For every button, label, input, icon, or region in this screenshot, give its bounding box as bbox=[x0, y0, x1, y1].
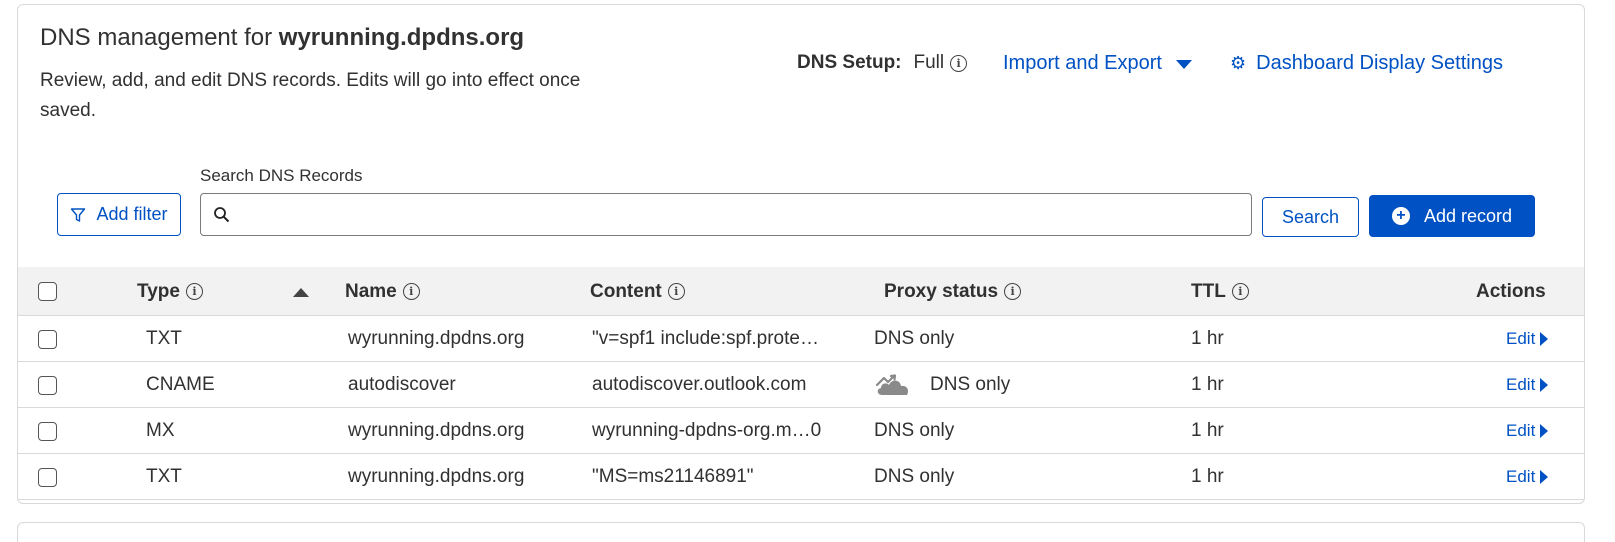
table-row: TXT wyrunning.dpdns.org "MS=ms21146891" … bbox=[18, 454, 1584, 500]
dashboard-display-settings[interactable]: ⚙ Dashboard Display Settings bbox=[1230, 52, 1503, 75]
row-select-cell bbox=[38, 454, 57, 500]
page-title: DNS management for wyrunning.dpdns.org bbox=[40, 24, 524, 52]
info-icon[interactable]: i bbox=[667, 283, 685, 300]
record-proxy-status: DNS only bbox=[874, 420, 955, 441]
column-type-label: Type bbox=[137, 280, 180, 302]
record-proxy-status-cell: DNS only bbox=[874, 362, 1010, 408]
edit-record-button[interactable]: Edit bbox=[1506, 408, 1549, 454]
edit-record-button[interactable]: Edit bbox=[1506, 316, 1549, 362]
caret-right-icon bbox=[1540, 470, 1549, 484]
record-proxy-status: DNS only bbox=[874, 328, 955, 349]
table-row: TXT wyrunning.dpdns.org "v=spf1 include:… bbox=[18, 316, 1584, 362]
record-ttl: 1 hr bbox=[1191, 466, 1224, 487]
record-type: TXT bbox=[146, 466, 182, 487]
sort-ascending-icon[interactable] bbox=[293, 288, 309, 297]
record-proxy-status: DNS only bbox=[874, 466, 955, 487]
next-card bbox=[17, 522, 1585, 542]
add-filter-button[interactable]: Add filter bbox=[57, 193, 181, 236]
record-content: "v=spf1 include:spf.prote… bbox=[592, 328, 819, 349]
record-content: wyrunning-dpdns-org.m…0 bbox=[592, 420, 822, 441]
record-name: wyrunning.dpdns.org bbox=[348, 420, 525, 441]
info-icon[interactable]: i bbox=[402, 283, 420, 300]
page-title-domain: wyrunning.dpdns.org bbox=[278, 24, 525, 51]
record-content: autodiscover.outlook.com bbox=[592, 374, 807, 395]
search-button[interactable]: Search bbox=[1262, 197, 1359, 237]
page-title-prefix: DNS management for bbox=[40, 24, 273, 51]
row-checkbox[interactable] bbox=[38, 329, 57, 349]
record-content: "MS=ms21146891" bbox=[592, 466, 754, 487]
dns-setup-label: DNS Setup: bbox=[797, 52, 902, 73]
edit-label: Edit bbox=[1506, 467, 1536, 486]
add-record-button[interactable]: + Add record bbox=[1369, 195, 1535, 237]
record-name: wyrunning.dpdns.org bbox=[348, 466, 525, 487]
edit-label: Edit bbox=[1506, 329, 1536, 348]
record-type: MX bbox=[146, 420, 175, 441]
column-ttl-label: TTL bbox=[1191, 280, 1226, 302]
caret-down-icon bbox=[1175, 60, 1192, 69]
column-name[interactable]: Name i bbox=[345, 267, 420, 316]
edit-record-button[interactable]: Edit bbox=[1506, 454, 1549, 500]
record-type: TXT bbox=[146, 328, 182, 349]
record-ttl: 1 hr bbox=[1191, 328, 1224, 349]
dashboard-settings-link[interactable]: Dashboard Display Settings bbox=[1256, 52, 1503, 75]
record-proxy-status: DNS only bbox=[930, 374, 1011, 395]
column-content-label: Content bbox=[590, 280, 662, 302]
add-filter-label: Add filter bbox=[96, 204, 168, 224]
record-type: CNAME bbox=[146, 374, 215, 395]
row-checkbox[interactable] bbox=[38, 375, 57, 395]
caret-right-icon bbox=[1540, 332, 1549, 346]
gear-icon: ⚙ bbox=[1230, 53, 1247, 74]
info-icon[interactable]: i bbox=[185, 283, 203, 300]
edit-record-button[interactable]: Edit bbox=[1506, 362, 1549, 408]
cloud-dns-only-icon bbox=[875, 374, 909, 395]
column-proxy-label: Proxy status bbox=[884, 280, 999, 302]
table-header: Type i Name i Content i Proxy status i T… bbox=[18, 267, 1584, 316]
filter-icon bbox=[71, 207, 86, 222]
record-ttl: 1 hr bbox=[1191, 374, 1224, 395]
import-export-menu[interactable]: Import and Export bbox=[1003, 52, 1192, 75]
edit-label: Edit bbox=[1506, 375, 1536, 394]
edit-label: Edit bbox=[1506, 421, 1536, 440]
plus-circle-icon: + bbox=[1391, 207, 1410, 225]
table-row: MX wyrunning.dpdns.org wyrunning-dpdns-o… bbox=[18, 408, 1584, 454]
row-select-cell bbox=[38, 316, 57, 362]
search-field[interactable] bbox=[200, 193, 1252, 236]
import-export-link[interactable]: Import and Export bbox=[1003, 52, 1162, 75]
caret-right-icon bbox=[1540, 378, 1549, 392]
column-ttl[interactable]: TTL i bbox=[1191, 267, 1249, 316]
info-icon[interactable]: i bbox=[1231, 283, 1249, 300]
dns-setup: DNS Setup: Full i bbox=[797, 52, 968, 74]
select-all-checkbox[interactable] bbox=[38, 282, 57, 301]
page-subtitle: Review, add, and edit DNS records. Edits… bbox=[40, 70, 581, 121]
row-select-cell bbox=[38, 408, 57, 454]
search-label: Search DNS Records bbox=[200, 166, 363, 185]
column-content[interactable]: Content i bbox=[590, 267, 685, 316]
column-proxy-status[interactable]: Proxy status i bbox=[884, 267, 1022, 316]
table-row: CNAME autodiscover autodiscover.outlook.… bbox=[18, 362, 1584, 408]
caret-right-icon bbox=[1540, 424, 1549, 438]
select-all-cell bbox=[38, 267, 57, 316]
info-icon[interactable]: i bbox=[950, 54, 968, 72]
column-type[interactable]: Type i bbox=[137, 267, 203, 316]
search-input[interactable] bbox=[240, 194, 1251, 235]
row-select-cell bbox=[38, 362, 57, 408]
record-ttl: 1 hr bbox=[1191, 420, 1224, 441]
record-name: autodiscover bbox=[348, 374, 456, 395]
column-actions-label: Actions bbox=[1476, 280, 1546, 302]
row-checkbox[interactable] bbox=[38, 467, 57, 487]
row-checkbox[interactable] bbox=[38, 421, 57, 441]
info-icon[interactable]: i bbox=[1004, 283, 1022, 300]
column-name-label: Name bbox=[345, 280, 397, 302]
search-icon bbox=[214, 207, 230, 223]
column-actions: Actions bbox=[1476, 267, 1546, 316]
dns-setup-value: Full bbox=[913, 52, 945, 73]
add-record-label: Add record bbox=[1423, 205, 1513, 226]
record-name: wyrunning.dpdns.org bbox=[348, 328, 525, 349]
